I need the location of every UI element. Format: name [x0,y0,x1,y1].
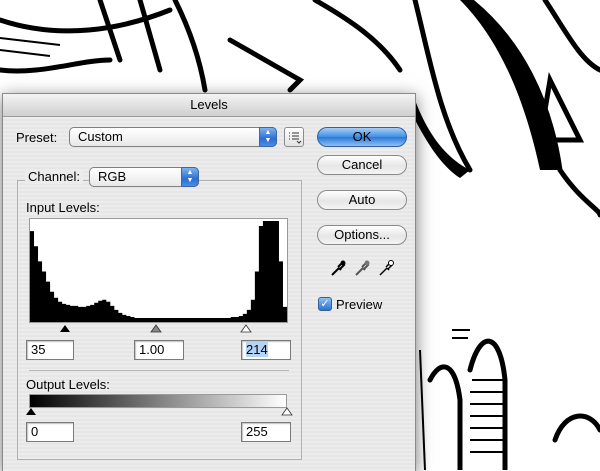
preset-value: Custom [78,129,123,144]
input-white-field[interactable]: 214 [241,340,291,360]
black-eyedropper-icon[interactable] [329,259,347,277]
histogram-area [30,221,287,322]
input-black-field[interactable]: 35 [26,340,74,360]
cancel-button[interactable]: Cancel [317,155,407,175]
gray-eyedropper-icon[interactable] [353,259,371,277]
options-button[interactable]: Options... [317,225,407,245]
output-white-field[interactable]: 255 [241,422,291,442]
output-levels-label: Output Levels: [26,377,110,392]
output-black-field[interactable]: 0 [26,422,74,442]
preset-dropdown[interactable]: Custom ▲ ▼ [69,127,277,147]
ok-button[interactable]: OK [317,127,407,147]
white-eyedropper-icon[interactable] [377,259,395,277]
input-gamma-field[interactable]: 1.00 [134,340,184,360]
input-black-slider[interactable] [60,325,70,332]
preview-checkbox[interactable]: ✓ [318,297,332,311]
updown-arrows-icon: ▲ ▼ [181,167,199,187]
output-black-slider[interactable] [26,408,36,415]
output-slider-track [26,407,293,416]
output-white-slider[interactable] [281,407,293,416]
levels-dialog: Levels Preset: Custom ▲ ▼ OK Cancel Auto … [2,93,416,471]
input-levels-label: Input Levels: [26,200,100,215]
input-white-value: 214 [246,342,268,357]
histogram-graph [30,221,287,322]
auto-button[interactable]: Auto [317,190,407,210]
input-gamma-slider[interactable] [150,324,162,333]
preview-label: Preview [336,297,383,312]
histogram [29,218,288,323]
channel-label: Channel: [28,169,81,184]
preset-menu-button[interactable] [284,127,304,147]
preset-label: Preset: [16,130,58,145]
dialog-title: Levels [3,94,415,117]
input-slider-track [60,324,252,333]
input-white-slider[interactable] [240,324,252,333]
channel-dropdown[interactable]: RGB ▲ ▼ [89,167,199,187]
channel-group-header: Channel: [25,169,84,184]
separator [29,370,289,371]
channel-value: RGB [98,169,127,184]
updown-arrows-icon: ▲ ▼ [259,127,277,147]
list-menu-icon [289,132,302,144]
